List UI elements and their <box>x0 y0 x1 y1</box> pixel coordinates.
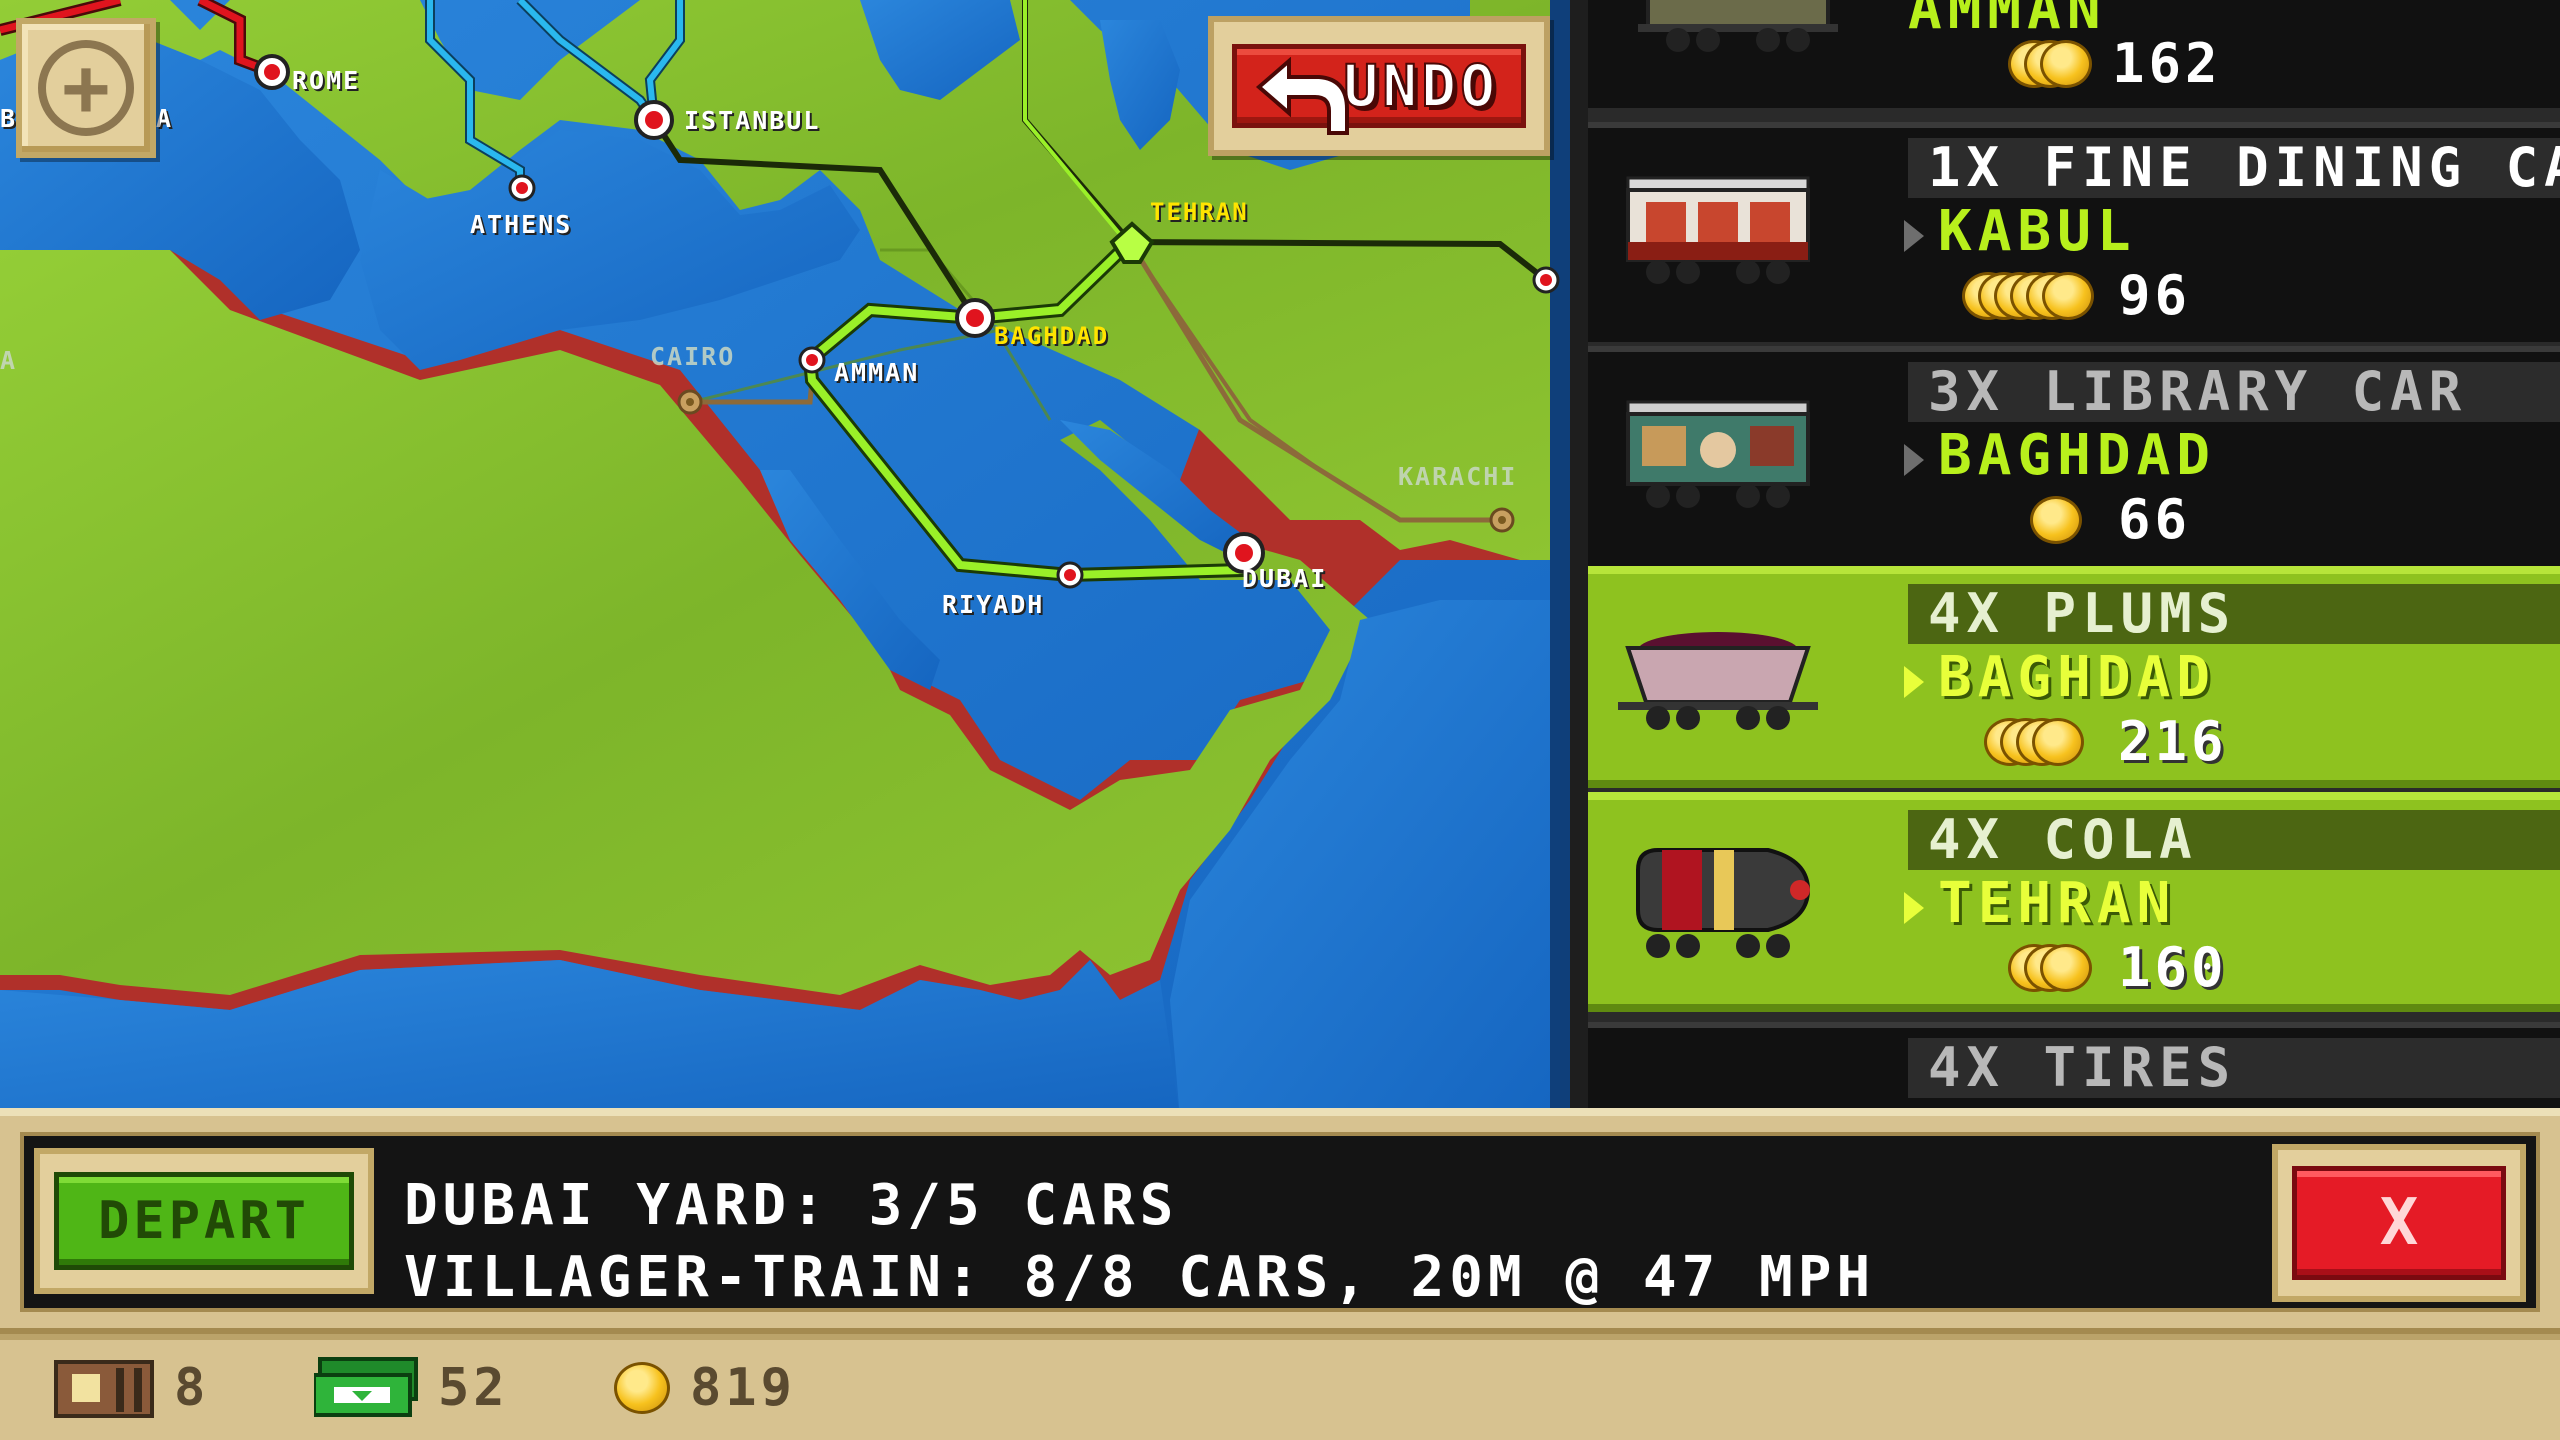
cargo-title: 4X COLA <box>1908 810 2560 870</box>
coin-icon <box>614 1360 670 1416</box>
cargo-item-plums[interactable]: 4X PLUMS BAGHDAD 216 <box>1588 566 2560 788</box>
city-node-karachi[interactable] <box>1489 507 1515 533</box>
close-button[interactable]: X <box>2272 1144 2526 1302</box>
payout-value: 66 <box>2118 488 2192 551</box>
hopper-car-icon <box>1618 632 1818 730</box>
close-icon: X <box>2292 1166 2506 1280</box>
cargo-destination: TEHRAN <box>1938 871 2177 936</box>
payout-value: 216 <box>2118 710 2228 773</box>
dining-car-icon <box>1626 176 1810 284</box>
undo-arrow-icon <box>1255 57 1349 135</box>
coins-stat: 819 <box>614 1358 796 1418</box>
city-node-athens[interactable] <box>508 174 536 202</box>
city-label-baghdad: BAGHDAD <box>994 322 1110 350</box>
cargo-title: 1X FINE DINING CAR <box>1908 138 2560 198</box>
cargo-destination: BAGHDAD <box>1938 645 2217 710</box>
bux-count: 52 <box>438 1358 509 1418</box>
city-label-edge-west: A <box>0 346 18 375</box>
city-label-edge-a: A <box>156 104 174 133</box>
city-label-edge-b: B <box>0 104 18 133</box>
play-arrow-icon <box>1904 444 1924 476</box>
tank-car-icon <box>1636 848 1811 958</box>
city-label-istanbul: ISTANBUL <box>684 106 821 135</box>
city-node-riyadh[interactable] <box>1056 561 1084 589</box>
cargo-list[interactable]: AMMAN 162 1X FINE DINING CAR KABUL 96 3X… <box>1570 0 2560 1118</box>
cars-count: 8 <box>174 1358 210 1418</box>
play-arrow-icon <box>1904 892 1924 924</box>
train-car-icon <box>54 1360 154 1418</box>
undo-button-face: UNDO <box>1232 44 1526 135</box>
cargo-item-amman[interactable]: AMMAN 162 <box>1588 0 2560 108</box>
city-label-karachi: KARACHI <box>1398 462 1518 491</box>
zoom-in-button[interactable]: + <box>16 18 156 158</box>
city-node-baghdad[interactable] <box>955 298 995 338</box>
cargo-destination: AMMAN <box>1908 0 2107 42</box>
city-node-cairo[interactable] <box>677 389 703 415</box>
play-arrow-icon <box>1904 220 1924 252</box>
city-label-athens: ATHENS <box>470 210 573 239</box>
city-node-amman[interactable] <box>798 346 826 374</box>
city-node-istanbul[interactable] <box>634 100 674 140</box>
undo-button[interactable]: UNDO <box>1208 16 1550 156</box>
cash-icon <box>314 1357 418 1417</box>
depart-label: DEPART <box>54 1172 354 1270</box>
cargo-destination: BAGHDAD <box>1938 423 2217 488</box>
city-node-east[interactable] <box>1532 266 1560 294</box>
train-status-line: VILLAGER-TRAIN: 8/8 CARS, 20M @ 47 MPH <box>404 1245 1876 1310</box>
city-node-rome[interactable] <box>254 54 290 90</box>
train-dispatch-panel: DEPART DUBAI YARD: 3/5 CARS VILLAGER-TRA… <box>0 1108 2560 1334</box>
city-label-riyadh: RIYADH <box>942 590 1045 619</box>
cargo-item-library-car[interactable]: 3X LIBRARY CAR BAGHDAD 66 <box>1588 346 2560 566</box>
cargo-item-fine-dining-car[interactable]: 1X FINE DINING CAR KABUL 96 <box>1588 122 2560 342</box>
cargo-title: 3X LIBRARY CAR <box>1908 362 2560 422</box>
payout-value: 162 <box>2112 32 2222 95</box>
city-label-dubai: DUBAI <box>1242 564 1328 593</box>
payout-value: 160 <box>2118 936 2228 999</box>
cargo-title: 4X TIRES <box>1908 1038 2560 1098</box>
yard-info: DUBAI YARD: 3/5 CARS VILLAGER-TRAIN: 8/8… <box>404 1170 1875 1314</box>
cargo-item-cola[interactable]: 4X COLA TEHRAN 160 <box>1588 792 2560 1012</box>
play-arrow-icon <box>1904 666 1924 698</box>
cargo-title: 4X PLUMS <box>1908 584 2560 644</box>
library-car-icon <box>1626 400 1810 508</box>
depart-button[interactable]: DEPART <box>34 1148 374 1294</box>
cars-stat: 8 <box>54 1358 209 1418</box>
city-label-cairo: CAIRO <box>650 342 736 371</box>
world-map[interactable]: ROME ISTANBUL ATHENS TEHRAN BAGHDAD AMMA… <box>0 0 1570 1118</box>
map-terrain <box>0 0 1570 1118</box>
city-label-amman: AMMAN <box>834 358 920 387</box>
coins-count: 819 <box>690 1358 796 1418</box>
city-label-tehran: TEHRAN <box>1150 198 1249 226</box>
payout-value: 96 <box>2118 264 2192 327</box>
cargo-item-tires[interactable]: 4X TIRES <box>1588 1022 2560 1118</box>
freight-car-icon <box>1638 0 1838 52</box>
bux-stat: 52 <box>314 1357 509 1418</box>
yard-status-line: DUBAI YARD: 3/5 CARS <box>404 1173 1179 1238</box>
undo-label: UNDO <box>1342 51 1499 121</box>
plus-icon: + <box>38 40 134 136</box>
resource-bar: 8 52 819 <box>0 1334 2560 1440</box>
city-label-rome: ROME <box>292 66 361 95</box>
cargo-destination: KABUL <box>1938 199 2137 264</box>
